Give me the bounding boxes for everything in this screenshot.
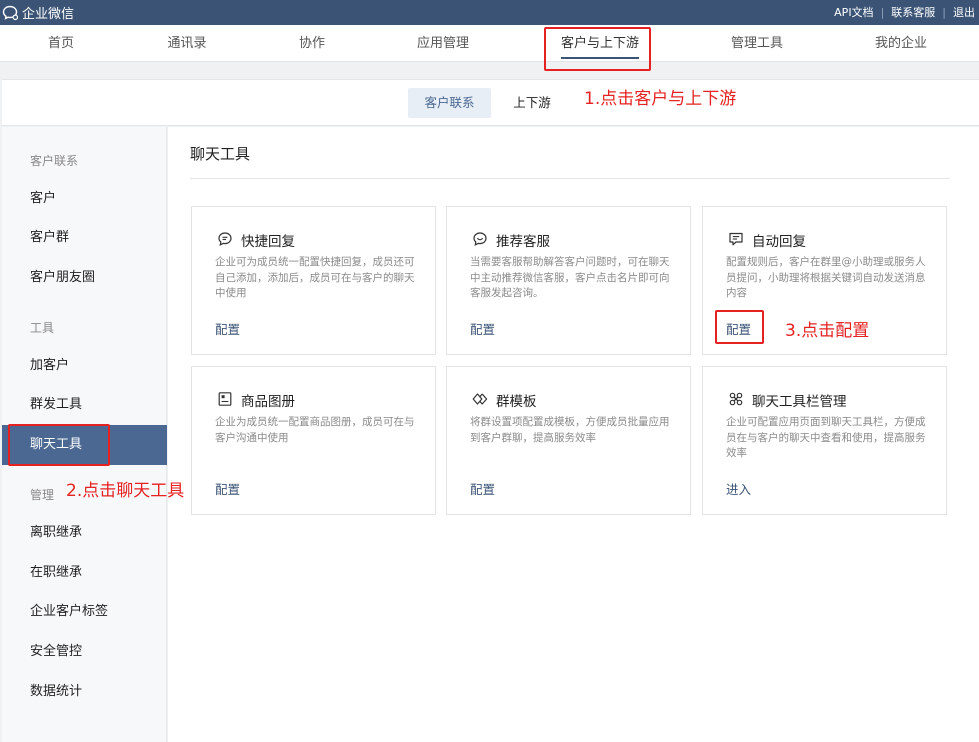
product-album-icon [218, 392, 232, 406]
sidebar-item-add-customer[interactable]: 加客户 [2, 346, 167, 386]
annotation-box-configure [715, 310, 764, 344]
nav-my-enterprise[interactable]: 我的企业 [875, 25, 927, 62]
card-description: 配置规则后，客户在群里@小助理或服务人员提问，小助理将根据关键词自动发送消息内容 [726, 256, 926, 299]
nav-collaboration[interactable]: 协作 [299, 25, 325, 62]
toolbar-manage-icon [729, 392, 743, 406]
sidebar-item-onjob-inheritance[interactable]: 在职继承 [2, 553, 167, 593]
sidebar-item-customer-groups[interactable]: 客户群 [2, 218, 167, 258]
card-product-album: 商品图册 企业为成员统一配置商品图册，成员可在与客户沟通中使用 配置 [191, 366, 436, 515]
divider [190, 178, 950, 179]
sidebar-item-mass-messaging[interactable]: 群发工具 [2, 385, 167, 425]
logo-text: 企业微信 [22, 6, 75, 22]
card-title: 商品图册 [241, 394, 295, 410]
sidebar-item-customer-tags[interactable]: 企业客户标签 [2, 592, 167, 632]
wecom-logo-icon [2, 5, 19, 20]
top-links: API文档 | 联系客服 | 退出 [834, 4, 975, 20]
annotation-box-nav [544, 27, 651, 71]
sidebar-item-data-statistics[interactable]: 数据统计 [2, 672, 167, 712]
quick-reply-icon [218, 232, 232, 246]
nav-home[interactable]: 首页 [48, 25, 74, 62]
card-description: 企业为成员统一配置商品图册，成员可在与客户沟通中使用 [215, 416, 415, 444]
nav-management-tools[interactable]: 管理工具 [731, 25, 783, 62]
group-template-configure-link[interactable]: 配置 [470, 479, 495, 498]
sidebar-item-customers[interactable]: 客户 [2, 179, 167, 219]
tab-customer-contact[interactable]: 客户联系 [408, 88, 491, 118]
card-chat-toolbar-management: 聊天工具栏管理 企业可配置应用页面到聊天工具栏，方便成员在与客户的聊天中查看和使… [702, 366, 947, 515]
main-nav: 首页 通讯录 协作 应用管理 客户与上下游 管理工具 我的企业 [0, 25, 979, 62]
sidebar-group-customer-contact: 客户联系 [30, 154, 79, 168]
sidebar-item-resigned-inheritance[interactable]: 离职继承 [2, 513, 167, 553]
card-title: 推荐客服 [496, 234, 550, 250]
product-album-configure-link[interactable]: 配置 [215, 479, 240, 498]
sidebar-group-management: 管理 [30, 488, 55, 502]
card-title: 聊天工具栏管理 [752, 394, 847, 410]
api-docs-link[interactable]: API文档 [834, 4, 873, 20]
chat-toolbar-enter-link[interactable]: 进入 [726, 479, 751, 498]
annotation-box-sidebar [8, 424, 110, 466]
card-title: 快捷回复 [241, 234, 295, 250]
group-template-icon [472, 393, 488, 405]
card-description: 当需要客服帮助解答客户问题时，可在聊天中主动推荐微信客服，客户点击名片即可向客服… [470, 256, 670, 299]
quick-reply-configure-link[interactable]: 配置 [215, 319, 240, 338]
annotation-step1: 1.点击客户与上下游 [584, 89, 737, 109]
auto-reply-icon [729, 232, 743, 246]
card-recommend-service: 推荐客服 当需要客服帮助解答客户问题时，可在聊天中主动推荐微信客服，客户点击名片… [446, 206, 691, 355]
annotation-step3: 3.点击配置 [785, 321, 870, 341]
recommend-service-icon [473, 232, 487, 246]
card-description: 企业可配置应用页面到聊天工具栏，方便成员在与客户的聊天中查看和使用，提高服务效率 [726, 416, 926, 459]
logo[interactable]: 企业微信 [2, 3, 75, 22]
nav-contacts[interactable]: 通讯录 [167, 25, 206, 62]
separator: | [880, 5, 885, 19]
logout-link[interactable]: 退出 [953, 4, 975, 20]
main-content: 聊天工具 快捷回复 企业可为成员统一配置快捷回复，成员还可自己添加，添加后，成员… [168, 127, 979, 742]
top-bar: 企业微信 API文档 | 联系客服 | 退出 [0, 0, 979, 25]
separator: | [942, 5, 946, 19]
tab-upstream-downstream[interactable]: 上下游 [508, 88, 556, 118]
contact-support-link[interactable]: 联系客服 [891, 4, 935, 20]
nav-app-management[interactable]: 应用管理 [417, 25, 469, 62]
sidebar-item-security-control[interactable]: 安全管控 [2, 632, 167, 672]
sidebar-item-customer-moments[interactable]: 客户朋友圈 [2, 258, 167, 298]
card-description: 企业可为成员统一配置快捷回复，成员还可自己添加，添加后，成员可在与客户的聊天中使… [215, 256, 415, 299]
sub-nav: 客户联系 上下游 [2, 79, 979, 126]
sidebar-group-tools: 工具 [30, 321, 55, 335]
card-description: 将群设置项配置成模板，方便成员批量应用到客户群聊，提高服务效率 [470, 416, 670, 444]
page-title: 聊天工具 [190, 145, 251, 163]
card-title: 群模板 [496, 394, 537, 410]
annotation-step2: 2.点击聊天工具 [66, 481, 185, 501]
card-group-template: 群模板 将群设置项配置成模板，方便成员批量应用到客户群聊，提高服务效率 配置 [446, 366, 691, 515]
card-title: 自动回复 [752, 234, 806, 250]
card-quick-reply: 快捷回复 企业可为成员统一配置快捷回复，成员还可自己添加，添加后，成员可在与客户… [191, 206, 436, 355]
recommend-service-configure-link[interactable]: 配置 [470, 319, 495, 338]
